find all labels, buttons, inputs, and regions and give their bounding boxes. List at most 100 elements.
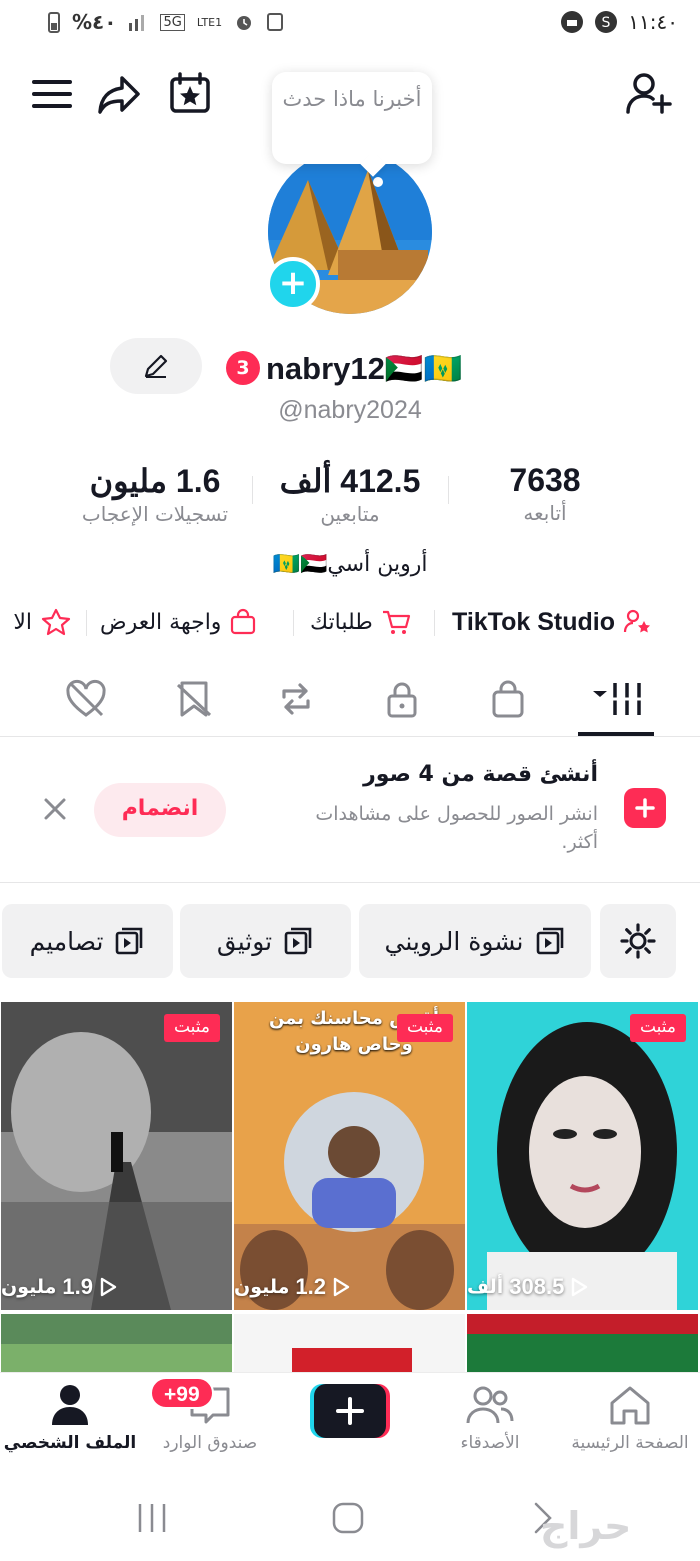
playlist-label: تصاميم	[29, 926, 104, 956]
create-button[interactable]	[310, 1384, 390, 1438]
s-app-icon: S	[595, 11, 618, 33]
view-count: 308.5 ألف	[467, 1274, 698, 1300]
video-thumbnail[interactable]: مثبت 1.9 مليون	[1, 1002, 232, 1310]
recent-apps-icon[interactable]	[132, 1498, 172, 1538]
content-tabs	[0, 666, 700, 736]
username-row: 3 nabry12🇸🇩🇻🇨	[226, 346, 462, 390]
home-button-icon[interactable]	[328, 1498, 368, 1538]
nav-friends[interactable]: الأصدقاء	[420, 1383, 560, 1453]
nav-friends-label: الأصدقاء	[460, 1433, 520, 1453]
playlist-item[interactable]: توثيق	[180, 904, 351, 978]
link-divider	[434, 610, 435, 636]
stat-divider	[448, 476, 449, 504]
edit-profile-button[interactable]	[110, 338, 202, 394]
orders-link[interactable]: طلباتك	[310, 600, 411, 644]
recycle-icon	[267, 13, 284, 31]
user-handle: @nabry2024	[278, 396, 422, 424]
add-user-icon[interactable]	[624, 70, 672, 118]
settings-button[interactable]	[600, 904, 676, 978]
followers-count: 412.5 ألف	[279, 463, 421, 499]
following-label: أتابعه	[523, 501, 567, 525]
watermark: حراج	[540, 1504, 632, 1548]
playlist-icon	[116, 927, 143, 955]
stat-likes[interactable]: 1.6 مليون تسجيلات الإعجاب	[60, 462, 250, 526]
tab-videos[interactable]	[576, 674, 658, 724]
likes-label: تسجيلات الإعجاب	[81, 502, 229, 526]
video-thumbnail[interactable]: مثبت 308.5 ألف	[467, 1002, 698, 1310]
view-count-value: 1.9	[62, 1274, 93, 1299]
what-happened-tooltip[interactable]: أخبرنا ماذا حدث	[272, 72, 432, 164]
status-right: S ١١:٤٠	[560, 10, 678, 34]
join-button[interactable]: انضمام	[94, 783, 226, 837]
view-count-value: 1.2	[295, 1274, 326, 1299]
playlist-icon	[536, 927, 563, 955]
profile-icon	[52, 1385, 88, 1425]
bag-icon	[492, 680, 524, 718]
tab-liked[interactable]	[56, 674, 116, 724]
lock-icon	[387, 682, 417, 718]
pencil-icon	[144, 354, 168, 378]
playlist-label: نشوة الرويني	[384, 926, 524, 956]
video-thumbnail[interactable]	[234, 1314, 465, 1374]
create-story-icon	[624, 788, 666, 828]
badge-star-icon	[41, 608, 71, 636]
bookmark-hidden-icon	[176, 681, 212, 717]
nature-video-image	[1, 1314, 232, 1374]
close-icon[interactable]	[38, 792, 72, 826]
inbox-count-badge: +99	[150, 1377, 214, 1409]
play-icon	[100, 1277, 117, 1297]
playlist-label: توثيق	[216, 926, 273, 956]
nav-profile[interactable]: الملف الشخصي	[0, 1383, 140, 1453]
stat-following[interactable]: 7638 أتابعه	[470, 462, 620, 525]
tiktok-studio-link[interactable]: TikTok Studio	[452, 600, 653, 644]
grid-icon	[593, 683, 641, 715]
cart-icon	[382, 610, 410, 634]
tab-favorites[interactable]	[164, 674, 224, 724]
notification-badge[interactable]: 3	[226, 351, 260, 385]
link-divider	[86, 610, 87, 636]
repost-icon	[282, 683, 310, 715]
username: nabry12🇸🇩🇻🇨	[266, 350, 463, 386]
flag-video-image	[234, 1314, 465, 1374]
home-icon	[610, 1386, 650, 1425]
tab-private[interactable]	[372, 674, 432, 724]
nav-inbox-label: صندوق الوارد	[162, 1433, 258, 1453]
share-icon[interactable]	[96, 70, 144, 118]
view-count: 1.9 مليون	[1, 1274, 232, 1300]
playlist-item[interactable]: نشوة الرويني	[359, 904, 591, 978]
pinned-badge: مثبت	[163, 1014, 220, 1042]
nav-home-label: الصفحة الرئيسية	[571, 1433, 689, 1453]
followers-label: متابعين	[320, 502, 380, 526]
status-bar: %٤٠ 5G LTE1 S ١١:٤٠	[0, 0, 700, 42]
play-icon	[333, 1277, 350, 1297]
orders-label: طلباتك	[310, 609, 373, 635]
view-count-value: 308.5	[509, 1274, 565, 1299]
svg-text:S: S	[602, 15, 611, 31]
tab-shop[interactable]	[478, 674, 538, 724]
view-count-unit: مليون	[1, 1276, 57, 1298]
showcase-link[interactable]: واجهة العرض	[100, 600, 257, 644]
playlist-item[interactable]: تصاميم	[2, 904, 173, 978]
story-banner-title: أنشئ قصة من 4 صور	[363, 762, 598, 787]
gear-icon	[620, 923, 656, 959]
following-count: 7638	[509, 462, 581, 498]
add-story-button[interactable]: +	[266, 257, 320, 311]
calendar-star-icon[interactable]	[166, 70, 214, 118]
tab-reposts[interactable]	[266, 674, 326, 724]
stat-divider	[252, 476, 253, 504]
clock: ١١:٤٠	[628, 10, 678, 34]
video-thumbnail[interactable]: أقتص محاسنك بمن وحاص هارون مثبت 1.2 مليو…	[234, 1002, 465, 1310]
more-link[interactable]: الا	[0, 600, 72, 644]
battery-percent: %٤٠	[72, 10, 117, 34]
stat-followers[interactable]: 412.5 ألف متابعين	[264, 462, 436, 526]
menu-icon[interactable]	[28, 70, 76, 118]
video-thumbnail[interactable]	[467, 1314, 698, 1374]
video-thumbnail[interactable]	[1, 1314, 232, 1374]
download-icon	[561, 11, 584, 33]
more-label: الا	[13, 609, 32, 635]
battery-icon	[48, 12, 60, 33]
playlist-icon	[284, 927, 312, 955]
pinned-badge: مثبت	[396, 1014, 453, 1042]
nav-home[interactable]: الصفحة الرئيسية	[560, 1383, 700, 1453]
signal-icon	[129, 15, 145, 31]
